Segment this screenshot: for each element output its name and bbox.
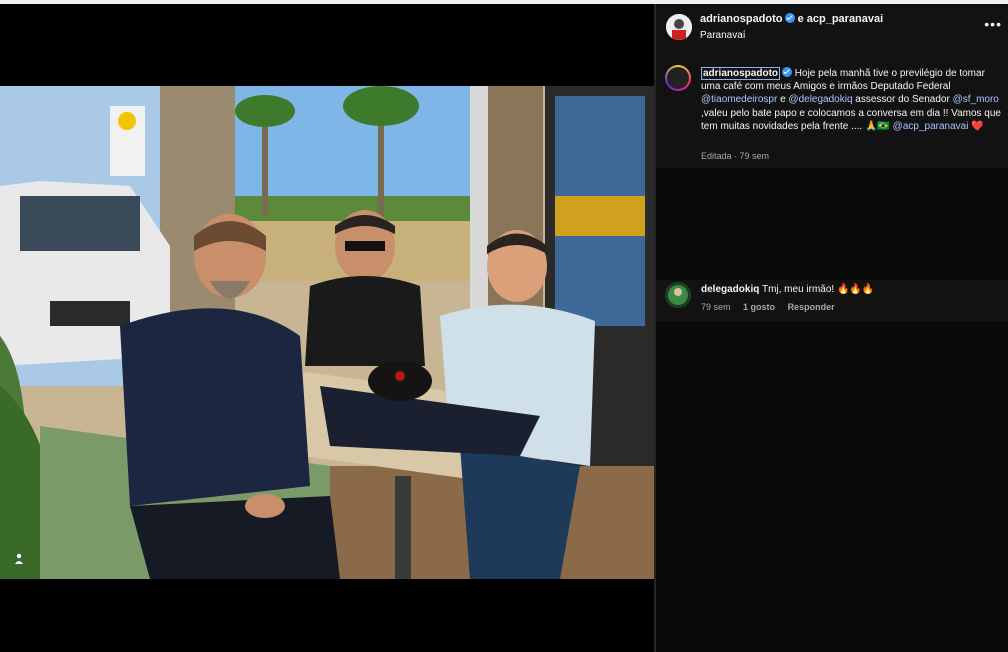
caption-part: ❤️ bbox=[968, 120, 984, 132]
caption-part: e bbox=[777, 94, 789, 106]
author-username[interactable]: adrianospadoto bbox=[700, 13, 783, 25]
collaborator-username[interactable]: e acp_paranavai bbox=[798, 13, 884, 25]
comment-time[interactable]: 79 sem bbox=[701, 302, 731, 312]
mention-link[interactable]: @acp_paranavai bbox=[893, 121, 969, 132]
more-horizontal-icon[interactable]: ••• bbox=[984, 16, 1002, 32]
mention-link[interactable]: @sf_moro bbox=[953, 94, 999, 105]
post-location[interactable]: Paranavaí bbox=[700, 30, 746, 41]
commenter-avatar[interactable] bbox=[665, 282, 691, 308]
caption-text: adrianospadoto Hoje pela manhã tive o pr… bbox=[701, 67, 1001, 133]
comment-likes[interactable]: 1 gosto bbox=[743, 302, 775, 312]
header-usernames: adrianospadoto e acp_paranavai bbox=[700, 13, 883, 25]
post-photo[interactable] bbox=[0, 86, 654, 579]
mention-link[interactable]: @delegadokiq bbox=[788, 94, 852, 105]
caption-username[interactable]: adrianospadoto bbox=[701, 67, 781, 80]
comments-panel: adrianospadoto e acp_paranavai Paranavaí… bbox=[656, 4, 1008, 652]
user-tag-icon[interactable] bbox=[12, 552, 26, 566]
author-avatar[interactable] bbox=[666, 14, 692, 40]
comment-text: delegadokiq Tmj, meu irmão! 🔥🔥🔥 bbox=[701, 284, 874, 295]
caption-block: adrianospadoto Hoje pela manhã tive o pr… bbox=[656, 50, 1008, 168]
commenter-username[interactable]: delegadokiq bbox=[701, 284, 759, 295]
comments-empty-area bbox=[656, 321, 1008, 652]
caption-avatar[interactable] bbox=[665, 65, 691, 91]
comment-body: Tmj, meu irmão! 🔥🔥🔥 bbox=[761, 284, 875, 295]
verified-badge-icon bbox=[782, 67, 793, 77]
verified-badge-icon bbox=[784, 13, 795, 23]
post-header: adrianospadoto e acp_paranavai Paranavaí… bbox=[656, 4, 1008, 50]
comments-spacer bbox=[656, 168, 1008, 280]
mention-link[interactable]: @tiaomedeirospr bbox=[701, 94, 777, 105]
reply-button[interactable]: Responder bbox=[788, 302, 835, 312]
media-pane bbox=[0, 4, 654, 652]
comment-item: delegadokiq Tmj, meu irmão! 🔥🔥🔥 79 sem 1… bbox=[656, 280, 1008, 321]
caption-part: assessor do Senador bbox=[852, 94, 950, 106]
caption-meta: Editada · 79 sem bbox=[701, 151, 770, 161]
comment-meta: 79 sem 1 gosto Responder bbox=[701, 302, 845, 312]
